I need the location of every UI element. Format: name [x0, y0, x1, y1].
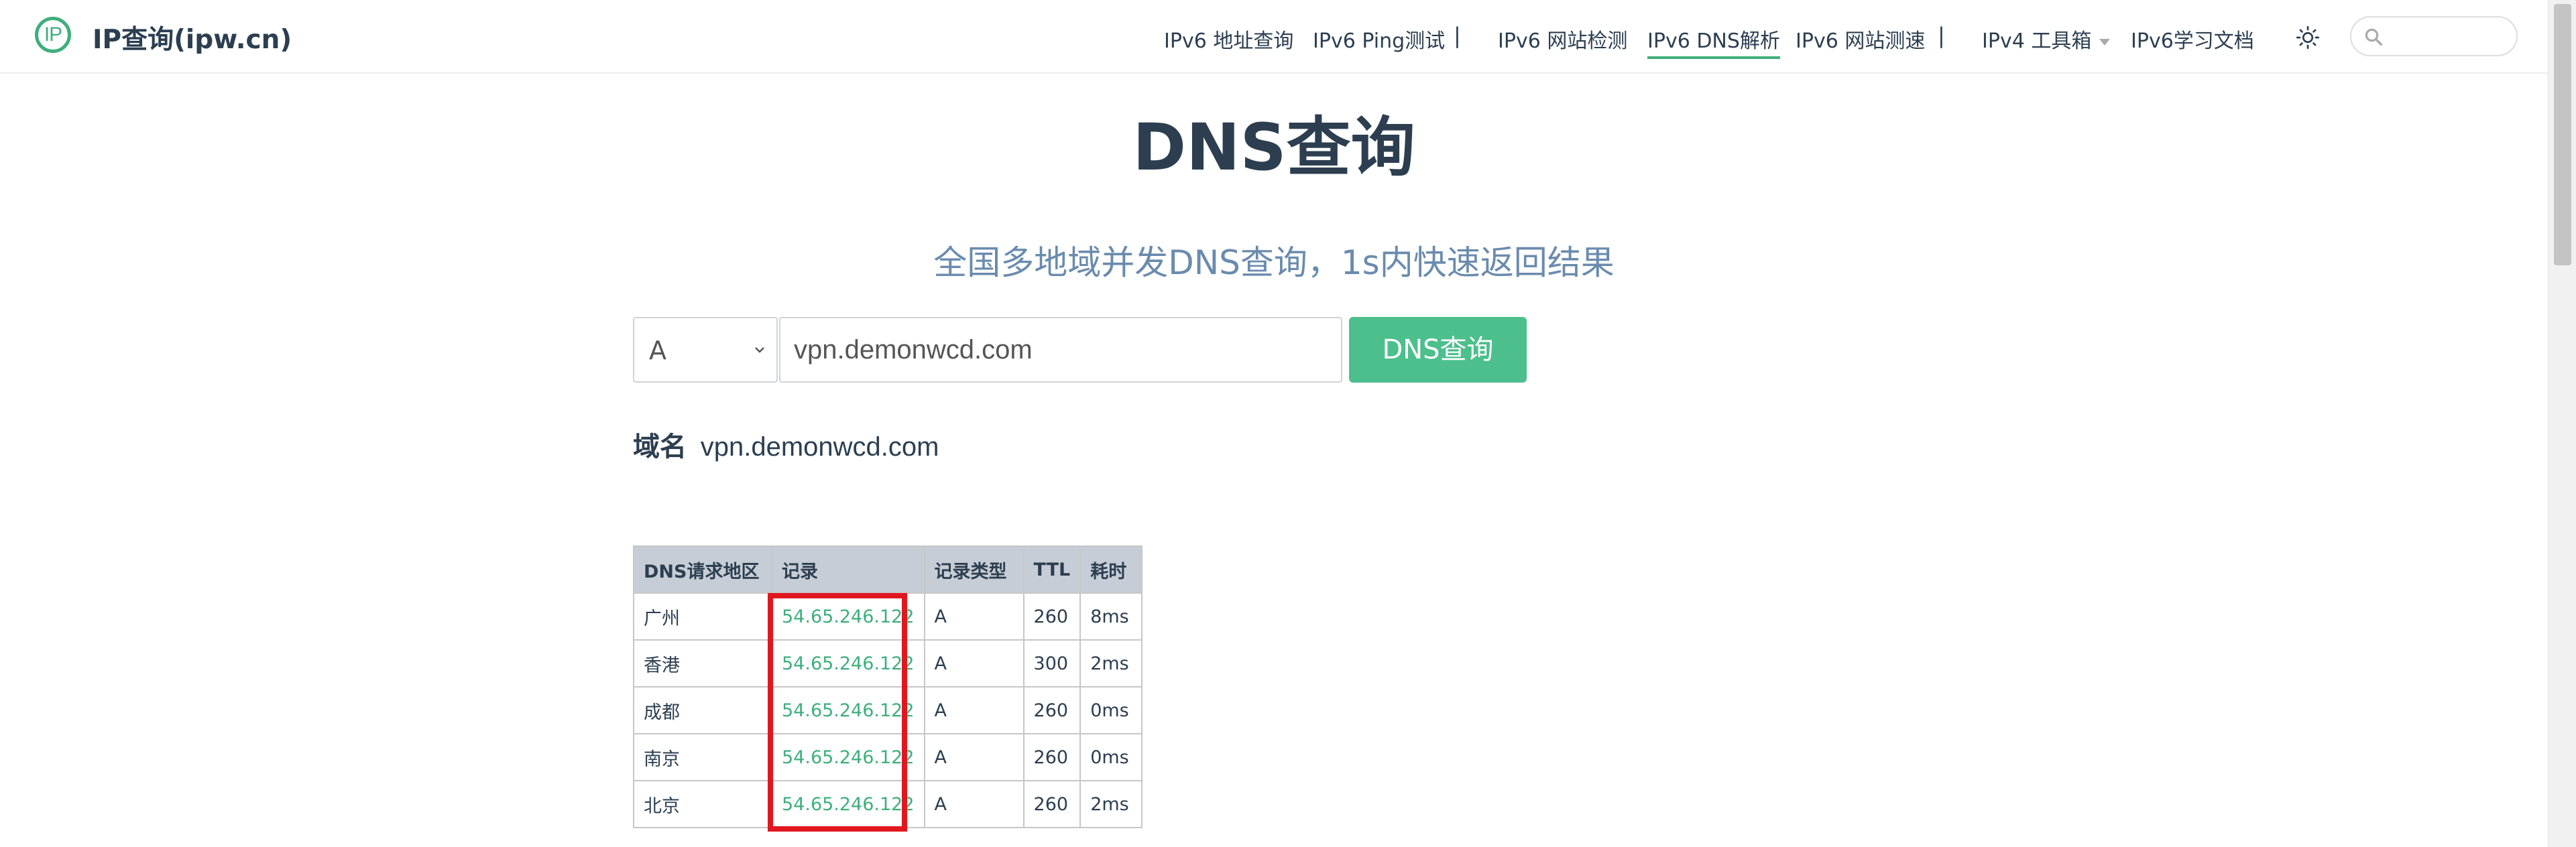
cell-record-type: A — [923, 733, 1024, 781]
column-header-record-type: 记录类型 — [923, 545, 1024, 594]
record-type-select[interactable]: A — [633, 317, 778, 383]
cell-region: 广州 — [633, 592, 772, 641]
sun-icon[interactable] — [2296, 25, 2320, 50]
cell-record: 54.65.246.122 — [771, 780, 925, 828]
cell-duration: 0ms — [1079, 686, 1143, 734]
cell-duration: 2ms — [1079, 639, 1143, 688]
search-box[interactable] — [2350, 16, 2518, 56]
record-type-value: A — [649, 336, 666, 365]
cell-record: 54.65.246.122 — [771, 733, 925, 781]
nav-ipv4-toolbox[interactable]: IPv4 工具箱 — [1982, 24, 2111, 54]
site-logo[interactable]: IP — [35, 17, 71, 53]
cell-record: 54.65.246.122 — [771, 592, 925, 641]
column-header-record: 记录 — [771, 545, 925, 594]
search-icon — [2365, 28, 2382, 46]
page-title: DNS查询 — [1132, 110, 1415, 185]
dns-query-button[interactable]: DNS查询 — [1349, 317, 1527, 383]
column-header-region: DNS请求地区 — [633, 545, 772, 594]
site-title[interactable]: IP查询(ipw.cn) — [93, 19, 292, 56]
nav-ipv6-ping-test[interactable]: IPv6 Ping测试 — [1313, 24, 1445, 54]
nav-ipv6-speed-test[interactable]: IPv6 网站测速 — [1796, 24, 1925, 54]
table-row: 南京 54.65.246.122 A 260 0ms — [633, 733, 1143, 781]
search-input[interactable] — [2389, 23, 2512, 51]
cell-region: 香港 — [633, 639, 772, 688]
cell-record-type: A — [923, 686, 1024, 734]
cell-ttl: 300 — [1022, 639, 1081, 688]
cell-duration: 2ms — [1079, 780, 1143, 828]
cell-ttl: 260 — [1022, 733, 1081, 781]
nav-ipv6-dns-resolve[interactable]: IPv6 DNS解析 — [1647, 24, 1780, 59]
cell-duration: 8ms — [1079, 592, 1143, 641]
nav-ipv6-site-check[interactable]: IPv6 网站检测 — [1498, 24, 1627, 54]
nav-separator: | — [1938, 23, 1945, 48]
cell-ttl: 260 — [1022, 592, 1081, 641]
cell-record-type: A — [923, 639, 1024, 688]
domain-label: 域名 — [633, 432, 687, 462]
domain-input[interactable] — [779, 317, 1342, 383]
table-row: 香港 54.65.246.122 A 300 2ms — [633, 639, 1143, 688]
cell-region: 北京 — [633, 780, 772, 828]
domain-value: vpn.demonwcd.com — [700, 432, 939, 462]
scrollbar-thumb[interactable] — [2554, 4, 2571, 265]
page-subtitle: 全国多地域并发DNS查询，1s内快速返回结果 — [933, 243, 1615, 282]
cell-record-type: A — [923, 780, 1024, 828]
nav-ipv6-docs[interactable]: IPv6学习文档 — [2131, 24, 2254, 54]
cell-region: 成都 — [633, 686, 772, 734]
cell-record: 54.65.246.122 — [771, 639, 925, 688]
cell-duration: 0ms — [1079, 733, 1143, 781]
domain-summary: 域名 vpn.demonwcd.com — [633, 425, 939, 464]
cell-ttl: 260 — [1022, 686, 1081, 734]
table-row: 广州 54.65.246.122 A 260 8ms — [633, 592, 1143, 641]
column-header-ttl: TTL — [1022, 545, 1081, 594]
chevron-down-icon — [2099, 38, 2111, 46]
cell-record-type: A — [923, 592, 1024, 641]
cell-record: 54.65.246.122 — [771, 686, 925, 734]
nav-ipv4-toolbox-label: IPv4 工具箱 — [1982, 29, 2092, 53]
nav-separator: | — [1454, 23, 1461, 48]
dns-results-table: DNS请求地区 记录 记录类型 TTL 耗时 广州 54.65.246.122 … — [633, 545, 1143, 828]
table-row: 成都 54.65.246.122 A 260 0ms — [633, 686, 1143, 734]
table-header-row: DNS请求地区 记录 记录类型 TTL 耗时 — [633, 545, 1143, 594]
cell-ttl: 260 — [1022, 780, 1081, 828]
page-scrollbar[interactable] — [2548, 0, 2576, 847]
top-navbar: IP IP查询(ipw.cn) IPv6 地址查询 IPv6 Ping测试 | … — [0, 0, 2548, 74]
chevron-down-icon — [755, 347, 764, 353]
column-header-duration: 耗时 — [1079, 545, 1143, 594]
table-row: 北京 54.65.246.122 A 260 2ms — [633, 780, 1143, 828]
cell-region: 南京 — [633, 733, 772, 781]
nav-ipv6-address-lookup[interactable]: IPv6 地址查询 — [1164, 24, 1293, 54]
